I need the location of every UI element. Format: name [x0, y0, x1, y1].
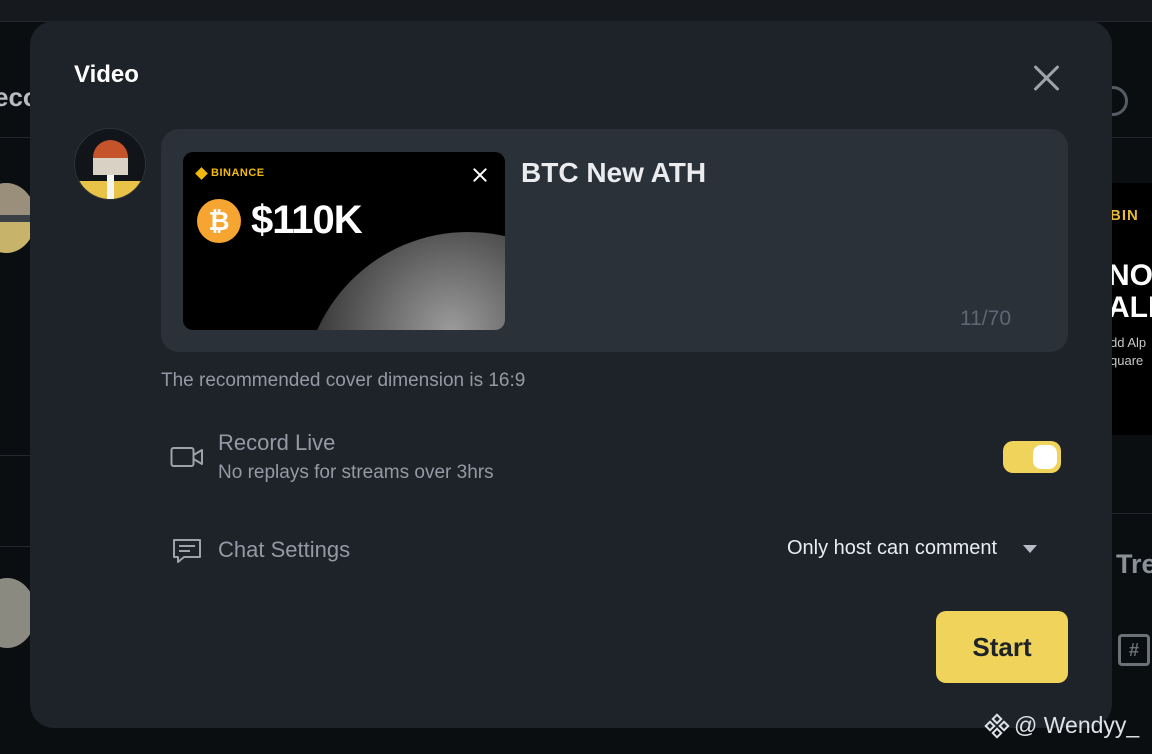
background-trending-fragment: Tre: [1116, 549, 1152, 579]
cover-and-title-panel: BINANCE ₿ $110K BTC New ATH 11/70: [161, 129, 1068, 352]
toggle-knob: [1033, 445, 1057, 469]
watermark: @ Wendyy_: [984, 712, 1140, 739]
background-card-brand: BIN: [1110, 207, 1139, 224]
chat-bubble-icon: [173, 539, 201, 563]
background-card-headline-2: ALI: [1108, 291, 1152, 324]
chat-settings-value: Only host can comment: [787, 537, 998, 559]
cover-image[interactable]: BINANCE ₿ $110K: [183, 152, 505, 330]
background-divider: [0, 455, 30, 456]
title-char-count: 11/70: [960, 307, 1011, 330]
background-post-card: BIN NOV ALI dd Alp quare: [1106, 183, 1152, 435]
background-divider: [1112, 137, 1152, 138]
start-button[interactable]: Start: [936, 611, 1068, 683]
record-live-toggle[interactable]: [1003, 441, 1061, 473]
watermark-text: @ Wendyy_: [1014, 712, 1140, 738]
go-live-video-modal: Video BINANCE ₿ $110K BTC New ATH 11/70 …: [30, 21, 1112, 728]
background-top-bar: [0, 0, 1152, 22]
stream-title-input[interactable]: BTC New ATH: [521, 157, 1021, 189]
background-divider: [1112, 513, 1152, 514]
remove-cover-icon[interactable]: [471, 166, 489, 184]
background-card-line-1: dd Alp: [1110, 335, 1147, 350]
close-icon[interactable]: [1028, 59, 1064, 95]
cover-planet-graphic: [303, 232, 505, 330]
cover-dimension-hint: The recommended cover dimension is 16:9: [161, 370, 526, 391]
background-divider: [0, 137, 30, 138]
background-card-headline-1: NOV: [1108, 259, 1152, 292]
background-hashtag-icon: #: [1118, 634, 1150, 666]
background-card-line-2: quare: [1110, 353, 1144, 368]
cover-brand-text: BINANCE: [211, 167, 265, 179]
background-divider: [0, 546, 30, 547]
record-live-label: Record Live: [218, 430, 336, 455]
host-avatar: [74, 128, 146, 200]
bitcoin-icon: ₿: [197, 199, 241, 243]
chat-settings-label: Chat Settings: [218, 537, 351, 562]
video-camera-icon: [170, 447, 203, 467]
cover-brand: BINANCE: [195, 166, 265, 180]
record-live-sublabel: No replays for streams over 3hrs: [218, 462, 494, 483]
cover-price: $110K: [251, 198, 363, 242]
modal-title: Video: [74, 61, 139, 88]
caret-down-icon: [1023, 544, 1038, 553]
binance-logo-icon: [195, 166, 208, 180]
binance-square-logo-icon: [984, 712, 1010, 739]
chat-settings-select[interactable]: Only host can comment: [787, 537, 1038, 560]
